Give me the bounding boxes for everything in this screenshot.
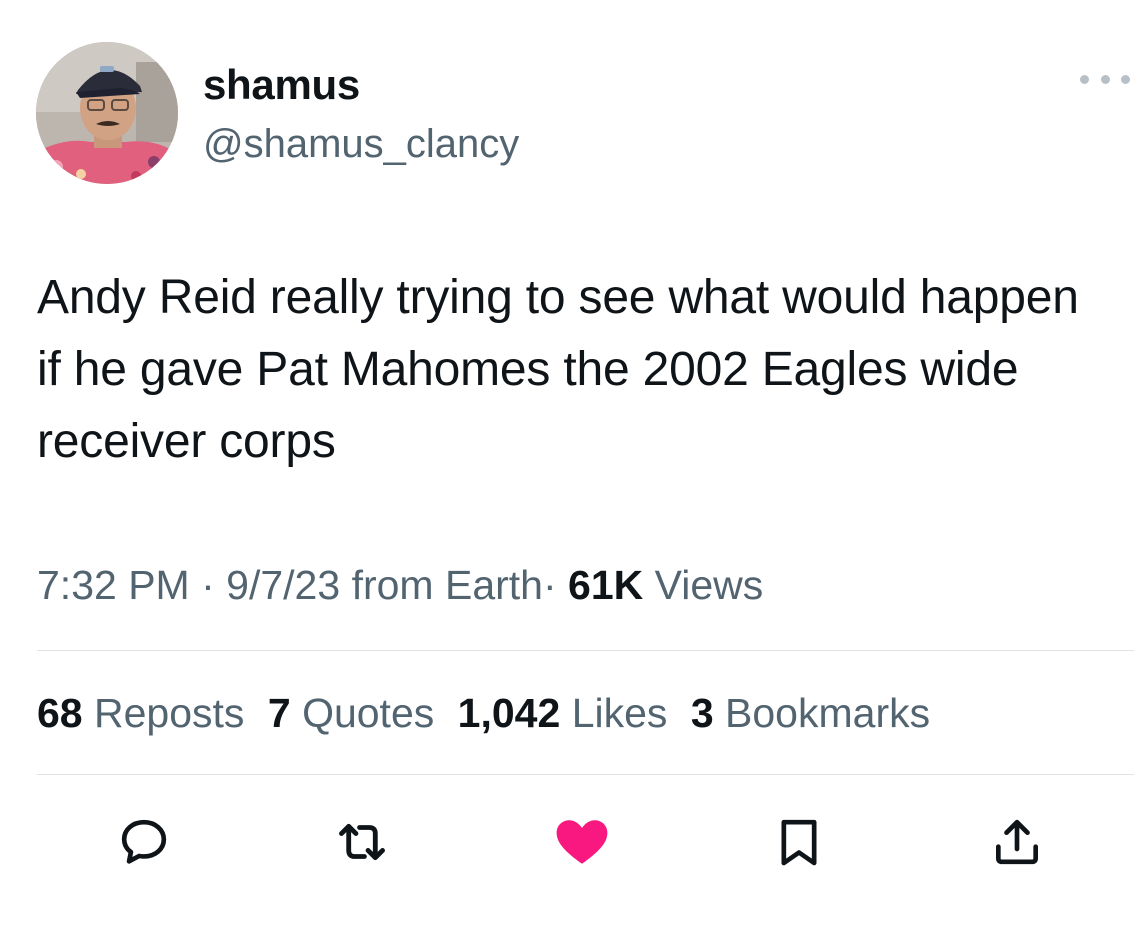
display-name[interactable]: shamus	[203, 60, 360, 110]
more-dot	[1080, 74, 1089, 84]
avatar-photo	[36, 42, 178, 184]
stat-count: 68	[37, 690, 83, 736]
stat-count: 1,042	[457, 690, 561, 736]
bookmark-icon	[781, 819, 817, 866]
more-options-icon[interactable]	[1080, 64, 1130, 94]
tweet-text: Andy Reid really trying to see what woul…	[37, 271, 1079, 468]
engagement-stats: 68 Reposts 7 Quotes 1,042 Likes 3 Bookma…	[37, 688, 942, 738]
stat-reposts[interactable]: 68 Reposts	[37, 690, 244, 736]
tweet-meta: 7:32 PM · 9/7/23 from Earth· 61K Views	[37, 560, 763, 610]
heart-icon	[556, 820, 608, 864]
speech-bubble-icon	[121, 819, 167, 864]
divider	[37, 774, 1134, 775]
more-dot	[1121, 74, 1130, 84]
action-bar	[0, 810, 1142, 874]
divider	[37, 650, 1134, 651]
more-dot	[1100, 74, 1110, 84]
views-label: Views	[654, 562, 764, 608]
stat-label: Bookmarks	[725, 690, 931, 736]
repost-button[interactable]	[330, 810, 394, 874]
stat-label: Reposts	[94, 690, 245, 736]
stat-label: Quotes	[302, 690, 435, 736]
stat-label: Likes	[571, 690, 668, 736]
user-handle[interactable]: @shamus_clancy	[203, 120, 519, 168]
tweet-date[interactable]: 9/7/23	[226, 562, 340, 608]
tweet-time[interactable]: 7:32 PM	[37, 562, 190, 608]
avatar[interactable]	[36, 42, 178, 184]
bookmark-button[interactable]	[767, 810, 831, 874]
stat-likes[interactable]: 1,042 Likes	[458, 690, 668, 736]
meta-separator: ·	[201, 562, 215, 608]
meta-separator: ·	[542, 562, 557, 608]
like-button[interactable]	[550, 810, 614, 874]
share-button[interactable]	[985, 810, 1049, 874]
tweet-source: from Earth	[351, 562, 543, 608]
stat-count: 3	[690, 690, 714, 736]
reply-button[interactable]	[112, 810, 176, 874]
share-upload-icon	[996, 819, 1038, 865]
repost-arrows-icon	[339, 823, 385, 861]
stat-bookmarks[interactable]: 3 Bookmarks	[691, 690, 930, 736]
stat-count: 7	[267, 690, 291, 736]
stat-quotes[interactable]: 7 Quotes	[268, 690, 434, 736]
views-count: 61K	[568, 562, 644, 608]
